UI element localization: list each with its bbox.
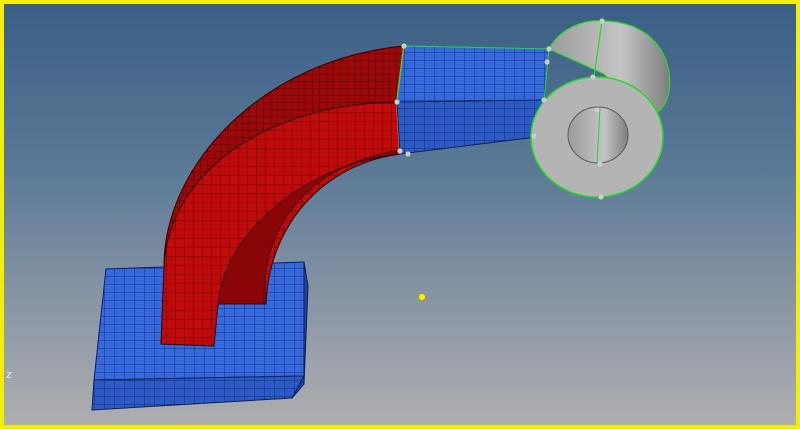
graphics-viewport[interactable]: z [0,0,800,429]
hollow-cylinder[interactable] [530,20,671,198]
model-scene[interactable] [4,4,800,429]
axis-triad-label: z [6,368,12,381]
straight-section[interactable] [396,45,550,155]
rotation-center-marker [418,293,426,301]
